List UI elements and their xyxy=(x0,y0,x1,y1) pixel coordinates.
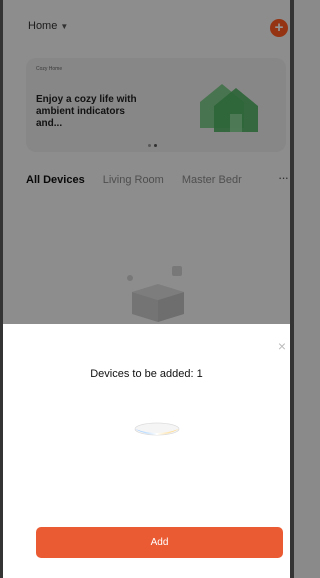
close-icon[interactable]: × xyxy=(278,338,286,354)
add-button[interactable]: Add xyxy=(36,527,283,558)
add-devices-sheet: × Devices to be added: 1 Add xyxy=(3,324,290,578)
sheet-title: Devices to be added: 1 xyxy=(90,368,203,380)
ceiling-light-icon xyxy=(134,422,180,436)
